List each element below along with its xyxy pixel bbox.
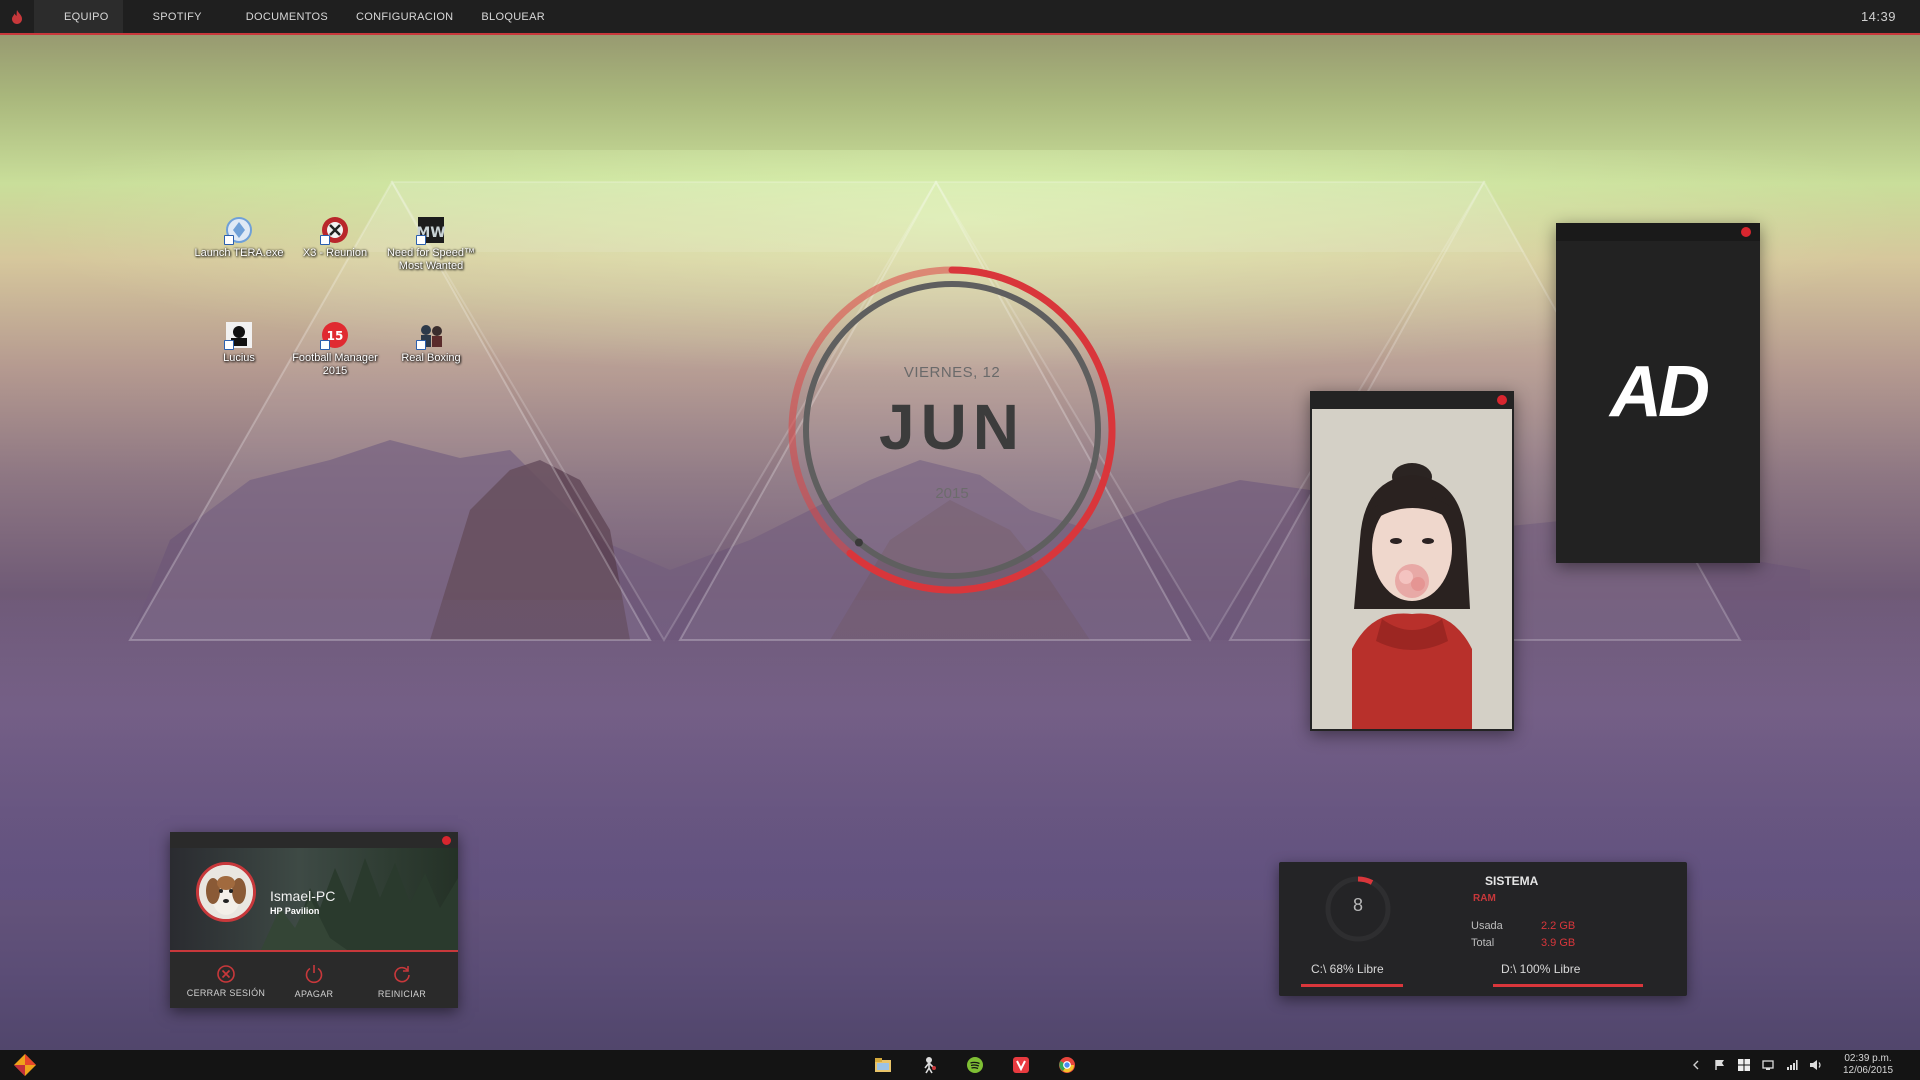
signal-icon[interactable]: [1780, 1050, 1804, 1080]
logo-widget-header: [1556, 223, 1760, 241]
photo-widget: [1310, 391, 1514, 731]
photo-close-dot[interactable]: [1497, 395, 1507, 405]
restart-icon: [394, 966, 410, 983]
fm15-icon: 15: [320, 320, 350, 350]
vivaldi-icon[interactable]: [998, 1050, 1044, 1080]
desktop-icon-x3[interactable]: X3 - Reunion: [287, 215, 383, 260]
x3-icon: [320, 215, 350, 245]
taskbar: 02:39 p.m. 12/06/2015: [0, 1050, 1920, 1080]
disk-d-label: D:\ 100% Libre: [1501, 962, 1581, 976]
ram-used-value: 2.2 GB: [1541, 920, 1576, 932]
menu-configuracion[interactable]: CONFIGURACION: [342, 0, 467, 33]
logout-label: CERRAR SESIÓN: [186, 988, 266, 998]
ram-used-label: Usada: [1471, 920, 1503, 932]
disk-d-usage-bar: [1493, 984, 1643, 987]
user-close-dot[interactable]: [442, 836, 451, 845]
logout-button[interactable]: CERRAR SESIÓN: [186, 954, 266, 1008]
game-icon[interactable]: [906, 1050, 952, 1080]
top-menu: EQUIPO SPOTIFY DOCUMENTOS CONFIGURACION …: [34, 0, 559, 33]
volume-icon[interactable]: [1804, 1050, 1828, 1080]
start-diamond-icon: [14, 1054, 36, 1076]
system-title: SISTEMA: [1485, 874, 1539, 888]
menu-spotify[interactable]: SPOTIFY: [123, 0, 232, 33]
flame-logo-icon[interactable]: [0, 2, 34, 32]
chrome-icon[interactable]: [1044, 1050, 1090, 1080]
desktop-icon-fm15[interactable]: 15 Football Manager 2015: [287, 320, 383, 378]
user-name: Ismael-PC: [270, 888, 336, 904]
cpu-value: 8: [1352, 895, 1363, 915]
flag-icon[interactable]: [1708, 1050, 1732, 1080]
ram-total-label: Total: [1471, 937, 1495, 949]
calendar-widget: VIERNES, 12 JUN 2015: [787, 265, 1117, 595]
desktop-icon-label: Need for Speed™ Most Wanted: [386, 247, 476, 272]
top-bar: EQUIPO SPOTIFY DOCUMENTOS CONFIGURACION …: [0, 0, 1920, 35]
start-button[interactable]: [10, 1053, 40, 1077]
disk-c-usage-bar: [1301, 984, 1403, 987]
desktop-icon-lucius[interactable]: Lucius: [191, 320, 287, 365]
lucius-icon: [224, 320, 254, 350]
desktop-icon-label: Football Manager 2015: [292, 352, 378, 377]
portrait-photo: [1312, 409, 1512, 729]
taskbar-clock[interactable]: 02:39 p.m. 12/06/2015: [1826, 1053, 1910, 1077]
network-icon[interactable]: [1756, 1050, 1780, 1080]
close-circle-icon: [217, 965, 235, 983]
desktop-icon-label: X3 - Reunion: [302, 247, 368, 259]
desktop-icon-nfs[interactable]: MW Need for Speed™ Most Wanted: [383, 215, 479, 273]
windows-icon[interactable]: [1732, 1050, 1756, 1080]
shutdown-label: APAGAR: [294, 989, 334, 999]
desktop-icon-tera[interactable]: Launch TERA.exe: [191, 215, 287, 260]
restart-button[interactable]: REINICIAR: [362, 954, 442, 1008]
avatar[interactable]: [196, 862, 256, 922]
pinned-apps: [860, 1050, 1090, 1080]
system-widget: 8 SISTEMA RAM Usada 2.2 GB Total 3.9 GB …: [1279, 862, 1687, 996]
user-model: HP Pavilion: [270, 906, 320, 916]
file-explorer-icon[interactable]: [860, 1050, 906, 1080]
ram-label: RAM: [1473, 893, 1496, 904]
calendar-year: 2015: [935, 485, 969, 502]
taskbar-time: 02:39 p.m.: [1844, 1053, 1892, 1064]
top-clock: 14:39: [1860, 9, 1896, 24]
calendar-progress-marker: [854, 538, 863, 547]
power-icon: [305, 965, 323, 984]
menu-documentos[interactable]: DOCUMENTOS: [232, 0, 342, 33]
user-widget: Ismael-PC HP Pavilion CERRAR SESIÓN APAG…: [170, 832, 458, 1008]
desktop-icon-label: Real Boxing: [401, 352, 461, 364]
system-tray: [1684, 1050, 1828, 1080]
shutdown-button[interactable]: APAGAR: [274, 954, 354, 1008]
chevron-left-icon[interactable]: [1684, 1050, 1708, 1080]
desktop-icon-boxing[interactable]: Real Boxing: [383, 320, 479, 365]
ram-total-value: 3.9 GB: [1541, 937, 1576, 949]
calendar-day: VIERNES, 12: [903, 364, 1001, 381]
boxing-icon: [416, 320, 446, 350]
taskbar-date: 12/06/2015: [1842, 1065, 1894, 1076]
menu-bloquear[interactable]: BLOQUEAR: [467, 0, 559, 33]
logo-close-dot[interactable]: [1741, 227, 1751, 237]
logo-widget: AD: [1556, 223, 1760, 563]
ad-logo: AD: [1610, 352, 1710, 432]
disk-c-label: C:\ 68% Libre: [1311, 962, 1384, 976]
desktop-icon-label: Lucius: [223, 352, 255, 364]
spotify-icon[interactable]: [952, 1050, 998, 1080]
restart-label: REINICIAR: [377, 989, 427, 999]
tera-icon: [224, 215, 254, 245]
nfs-icon: MW: [416, 215, 446, 245]
calendar-month: JUN: [878, 391, 1026, 463]
power-actions: CERRAR SESIÓN APAGAR REINICIAR: [170, 954, 458, 1008]
menu-equipo[interactable]: EQUIPO: [34, 0, 123, 33]
desktop-icon-label: Launch TERA.exe: [194, 247, 284, 259]
